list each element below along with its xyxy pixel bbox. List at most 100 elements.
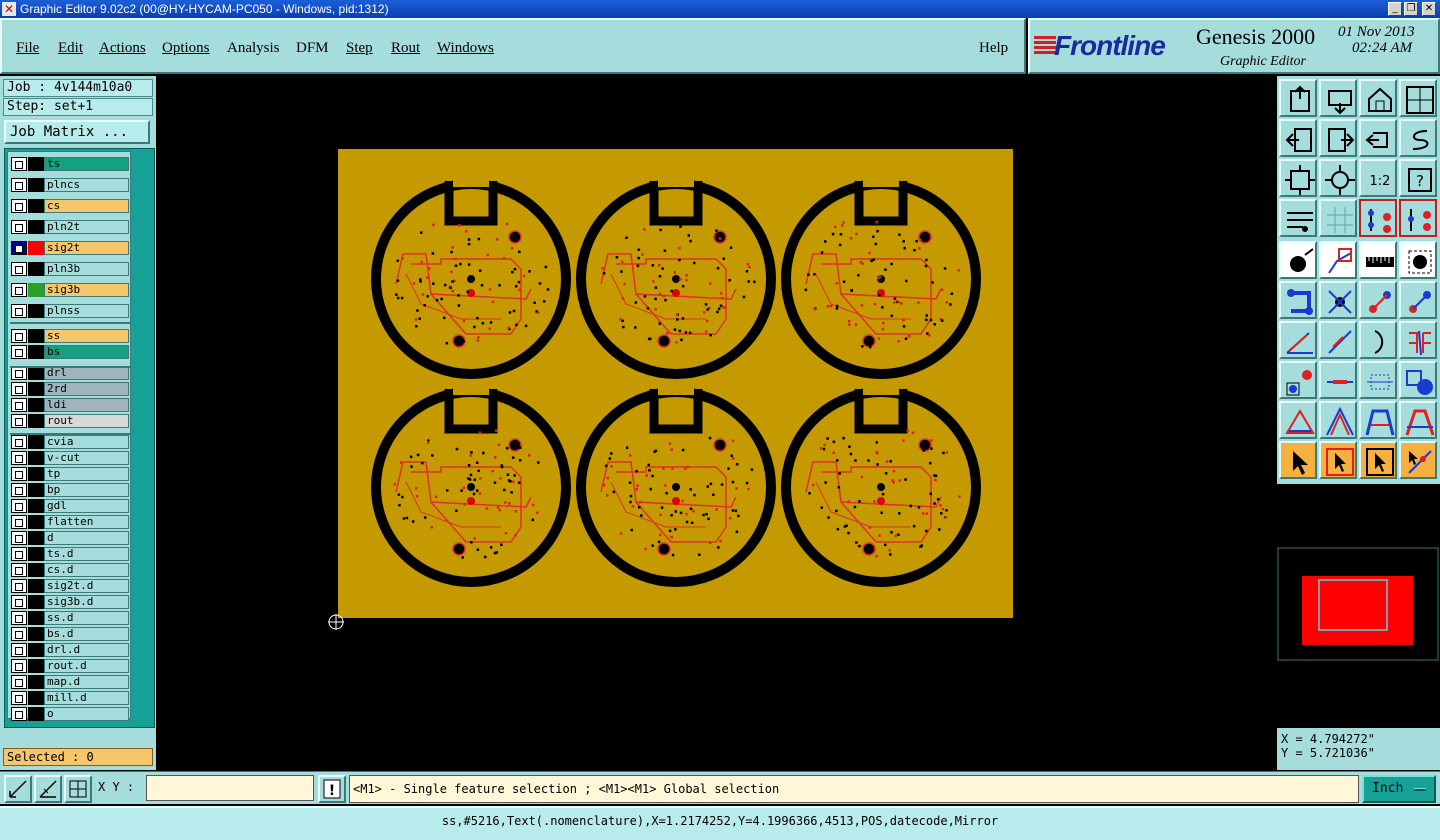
layer-color-swatch[interactable] [28,398,44,412]
layer-checkbox[interactable] [11,627,27,641]
layer-color-swatch[interactable] [28,366,44,380]
job-matrix-button[interactable]: Job Matrix ... [4,120,150,144]
layer-row[interactable]: rout [8,413,132,429]
layer-checkbox[interactable] [11,262,27,276]
layer-name[interactable]: 2rd [44,382,129,396]
layer-name[interactable]: drl [44,366,129,380]
layer-checkbox[interactable] [11,515,27,529]
layer-name[interactable]: bp [44,483,129,497]
layer-row[interactable]: sig2t [8,240,132,256]
add-pad-icon[interactable] [1279,241,1317,279]
layer-color-swatch[interactable] [28,329,44,343]
import-icon[interactable] [1279,119,1317,157]
layer-row[interactable]: pln3b [8,261,132,277]
menu-dfm[interactable]: DFM [296,40,329,57]
layer-row[interactable]: sig3b.d [8,594,132,610]
snap-red-icon[interactable] [1359,199,1397,237]
copy-icon[interactable] [1399,281,1437,319]
layer-checkbox[interactable] [11,579,27,593]
select-area-icon[interactable] [1399,241,1437,279]
line-icon[interactable] [1319,321,1357,359]
angle-icon[interactable] [1279,401,1317,439]
layer-name[interactable]: sig2t.d [44,579,129,593]
grid-snap-icon[interactable] [64,775,92,803]
layer-name[interactable]: mill.d [44,691,129,705]
arch-icon[interactable] [1359,401,1397,439]
layer-checkbox[interactable] [11,547,27,561]
layer-row[interactable]: ldi [8,397,132,413]
pointer-select-icon[interactable] [1359,441,1397,479]
layer-checkbox[interactable] [11,178,27,192]
layer-name[interactable]: gdl [44,499,129,513]
layer-name[interactable]: plnss [44,304,129,318]
menu-windows[interactable]: Windows [437,40,494,57]
layer-row[interactable]: cs.d [8,562,132,578]
layer-name[interactable]: pln3b [44,262,129,276]
layer-name[interactable]: tp [44,467,129,481]
layer-checkbox[interactable] [11,659,27,673]
open-job-icon[interactable] [1279,79,1317,117]
menu-step[interactable]: Step [346,40,373,57]
layer-checkbox[interactable] [11,643,27,657]
layer-row[interactable]: gdl [8,498,132,514]
menu-rout[interactable]: Rout [391,40,420,57]
layer-name[interactable]: ts [44,157,129,171]
pointer-node-icon[interactable] [1399,441,1437,479]
menu-help[interactable]: Help [979,40,1008,57]
layer-name[interactable]: bs.d [44,627,129,641]
layer-checkbox[interactable] [11,467,27,481]
layer-color-swatch[interactable] [28,283,44,297]
layer-color-swatch[interactable] [28,467,44,481]
layer-checkbox[interactable] [11,414,27,428]
preview-pane[interactable] [1277,484,1440,738]
layer-color-swatch[interactable] [28,483,44,497]
layer-color-swatch[interactable] [28,547,44,561]
layer-color-swatch[interactable] [28,304,44,318]
layer-checkbox[interactable] [11,707,27,721]
layer-checkbox[interactable] [11,398,27,412]
layer-color-swatch[interactable] [28,435,44,449]
layer-name[interactable]: cs.d [44,563,129,577]
delete-icon[interactable] [1319,281,1357,319]
layer-checkbox[interactable] [11,329,27,343]
layer-row[interactable]: cs [8,198,132,214]
layer-color-swatch[interactable] [28,707,44,721]
layer-checkbox[interactable] [11,563,27,577]
layer-color-swatch[interactable] [28,220,44,234]
save-icon[interactable] [1319,79,1357,117]
add-line-icon[interactable] [1319,241,1357,279]
layer-color-swatch[interactable] [28,241,44,255]
layer-checkbox[interactable] [11,304,27,318]
layer-color-swatch[interactable] [28,627,44,641]
layer-checkbox[interactable] [11,595,27,609]
layer-checkbox[interactable] [11,220,27,234]
layer-color-swatch[interactable] [28,499,44,513]
layer-name[interactable]: sig3b [44,283,129,297]
layer-name[interactable]: rout.d [44,659,129,673]
layer-color-swatch[interactable] [28,262,44,276]
layer-color-swatch[interactable] [28,595,44,609]
layer-checkbox[interactable] [11,531,27,545]
layer-row[interactable]: bp [8,482,132,498]
layer-checkbox[interactable] [11,483,27,497]
redo-icon[interactable] [1399,119,1437,157]
layer-color-swatch[interactable] [28,659,44,673]
layer-row[interactable]: d [8,530,132,546]
layer-checkbox[interactable] [11,157,27,171]
layer-name[interactable]: ss [44,329,129,343]
connect-icon[interactable] [1279,281,1317,319]
pointer-icon[interactable] [1279,441,1317,479]
layer-name[interactable]: bs [44,345,129,359]
layer-name[interactable]: rout [44,414,129,428]
menu-file[interactable]: File [16,40,39,57]
minimize-button[interactable]: _ [1388,2,1402,16]
layer-name[interactable]: pln2t [44,220,129,234]
menu-options[interactable]: Options [162,40,210,57]
layer-name[interactable]: ts.d [44,547,129,561]
zoom-window-icon[interactable] [4,775,32,803]
layer-name[interactable]: drl.d [44,643,129,657]
layer-name[interactable]: flatten [44,515,129,529]
layer-color-swatch[interactable] [28,178,44,192]
window-icon[interactable] [1399,79,1437,117]
layer-color-swatch[interactable] [28,345,44,359]
